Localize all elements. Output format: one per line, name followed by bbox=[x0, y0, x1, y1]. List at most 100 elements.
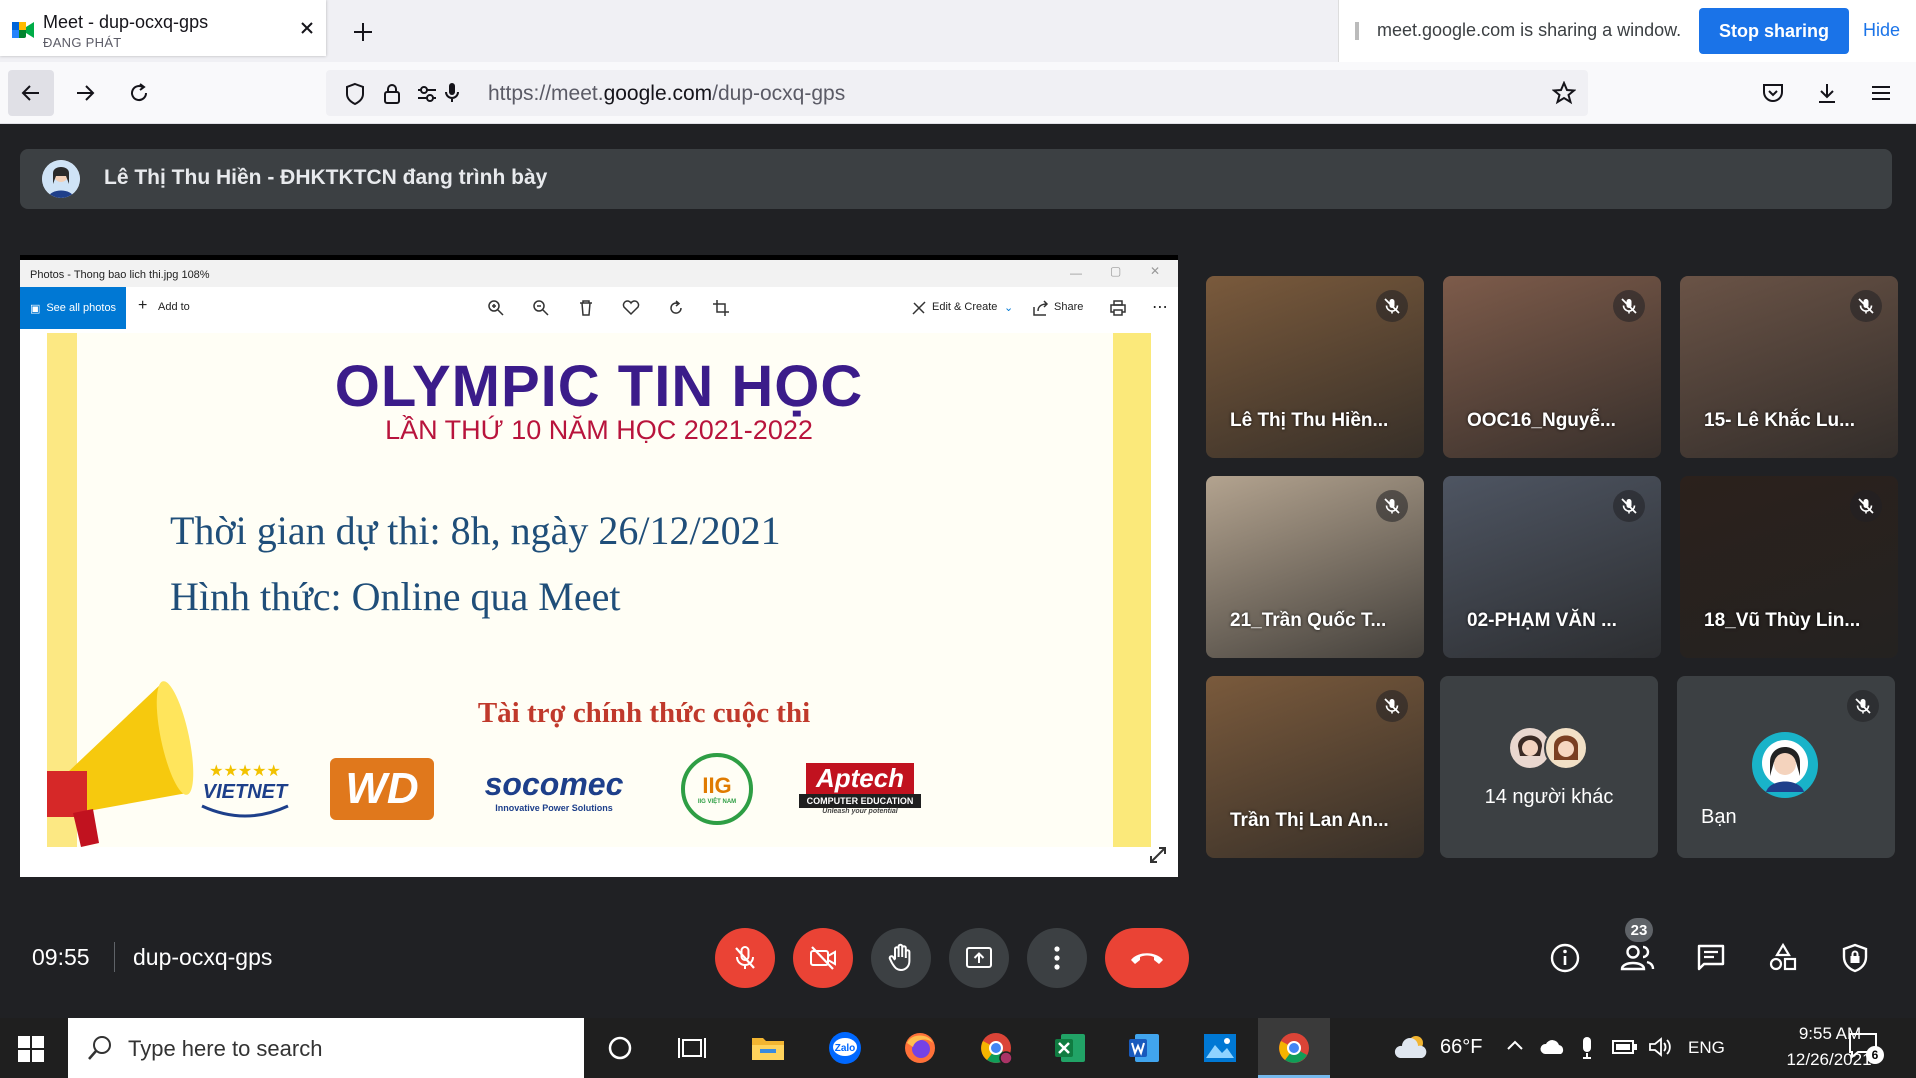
muted-mic-icon bbox=[1850, 290, 1882, 322]
browser-tab-meet[interactable]: Meet - dup-ocxq-gps ĐANG PHÁT bbox=[0, 0, 326, 56]
participant-tile[interactable]: Trần Thị Lan An... bbox=[1206, 676, 1424, 858]
participant-tile[interactable]: 15- Lê Khắc Lu... bbox=[1680, 276, 1898, 458]
host-controls-button[interactable] bbox=[1835, 938, 1875, 978]
weather-cloud-icon[interactable] bbox=[1394, 1034, 1430, 1060]
shared-screen: Photos - Thong bao lich thi.jpg 108% — ▢… bbox=[20, 255, 1178, 877]
slide-title: OLYMPIC TIN HỌC bbox=[334, 354, 864, 419]
delete-icon bbox=[577, 299, 595, 317]
close-tab-icon[interactable] bbox=[296, 17, 318, 39]
photos-titlebar: Photos - Thong bao lich thi.jpg 108% — ▢… bbox=[20, 255, 1178, 287]
presenter-avatar bbox=[42, 160, 80, 198]
participant-name: 21_Trần Quốc T... bbox=[1230, 610, 1387, 631]
taskbar-search[interactable]: Type here to search bbox=[68, 1018, 584, 1078]
leave-call-button[interactable] bbox=[1105, 928, 1189, 988]
activities-button[interactable] bbox=[1763, 938, 1803, 978]
url-text[interactable]: https://meet.google.com/dup-ocxq-gps bbox=[488, 82, 845, 106]
self-avatar bbox=[1752, 732, 1818, 798]
participant-tile[interactable]: Lê Thị Thu Hiền... bbox=[1206, 276, 1424, 458]
participant-name: 02-PHẠM VĂN ... bbox=[1467, 610, 1617, 631]
participant-name: Trần Thị Lan An... bbox=[1230, 810, 1389, 831]
participant-tile[interactable]: 18_Vũ Thùy Lin... bbox=[1680, 476, 1898, 658]
presenter-banner: Lê Thị Thu Hiền - ĐHKTKTCN đang trình bà… bbox=[20, 149, 1892, 209]
reload-button[interactable] bbox=[116, 70, 162, 116]
excel-icon[interactable] bbox=[1050, 1028, 1090, 1068]
chrome-taskbar-active[interactable] bbox=[1258, 1018, 1330, 1078]
photos-icon: ▣ bbox=[29, 302, 41, 315]
hide-sharing-bar-link[interactable]: Hide bbox=[1863, 20, 1900, 41]
muted-mic-icon bbox=[1850, 490, 1882, 522]
minimize-icon: — bbox=[1070, 266, 1082, 280]
browser-navigation-bar: https://meet.google.com/dup-ocxq-gps bbox=[0, 62, 1916, 124]
forward-button[interactable] bbox=[62, 70, 108, 116]
lock-icon[interactable] bbox=[382, 82, 402, 106]
participant-tile[interactable]: 21_Trần Quốc T... bbox=[1206, 476, 1424, 658]
drag-handle-icon[interactable] bbox=[1355, 22, 1359, 40]
new-tab-button[interactable] bbox=[347, 16, 379, 48]
task-view-icon[interactable] bbox=[672, 1028, 712, 1068]
more-options-button[interactable] bbox=[1027, 928, 1087, 988]
participant-tile[interactable]: 02-PHẠM VĂN ... bbox=[1443, 476, 1661, 658]
raise-hand-button[interactable] bbox=[871, 928, 931, 988]
others-tile[interactable]: 14 người khác bbox=[1440, 676, 1658, 858]
windows-taskbar: Type here to search Zalo 66°F ENG 9:55 A… bbox=[0, 1018, 1916, 1078]
self-tile[interactable]: Bạn bbox=[1677, 676, 1895, 858]
vietnet-logo: ★★★★★ VIETNET bbox=[195, 753, 295, 825]
vertical-dots-icon bbox=[1054, 946, 1060, 970]
photos-window-title: Photos - Thong bao lich thi.jpg 108% bbox=[30, 269, 210, 281]
pocket-button[interactable] bbox=[1750, 70, 1796, 116]
back-button[interactable] bbox=[8, 70, 54, 116]
participant-tile[interactable]: OOC16_Nguyễ... bbox=[1443, 276, 1661, 458]
firefox-icon[interactable] bbox=[900, 1028, 940, 1068]
downloads-button[interactable] bbox=[1804, 70, 1850, 116]
camera-toggle-button[interactable] bbox=[793, 928, 853, 988]
present-screen-icon bbox=[966, 947, 992, 968]
people-icon bbox=[1620, 945, 1655, 971]
google-meet-icon bbox=[12, 20, 34, 40]
chat-button[interactable] bbox=[1691, 938, 1731, 978]
microphone-tray-icon[interactable] bbox=[1580, 1036, 1594, 1060]
slide-subtitle: LẦN THỨ 10 NĂM HỌC 2021-2022 bbox=[385, 415, 813, 445]
battery-icon[interactable] bbox=[1612, 1038, 1638, 1056]
favorite-heart-icon bbox=[622, 299, 640, 317]
address-bar[interactable]: https://meet.google.com/dup-ocxq-gps bbox=[326, 70, 1588, 116]
present-now-button[interactable] bbox=[949, 928, 1009, 988]
others-count-label: 14 người khác bbox=[1484, 786, 1614, 808]
browser-tab-strip: Meet - dup-ocxq-gps ĐANG PHÁT meet.googl… bbox=[0, 0, 1916, 62]
search-icon bbox=[86, 1034, 114, 1062]
chrome-profile-icon[interactable] bbox=[976, 1028, 1016, 1068]
input-language[interactable]: ENG bbox=[1688, 1038, 1725, 1058]
bookmark-star-icon[interactable] bbox=[1552, 81, 1576, 105]
weather-temperature[interactable]: 66°F bbox=[1440, 1036, 1482, 1059]
microphone-toggle-button[interactable] bbox=[715, 928, 775, 988]
chevron-up-icon[interactable] bbox=[1506, 1038, 1524, 1052]
muted-mic-icon bbox=[1376, 690, 1408, 722]
arrow-right-icon bbox=[77, 85, 95, 101]
menu-button[interactable] bbox=[1858, 70, 1904, 116]
stop-sharing-button[interactable]: Stop sharing bbox=[1699, 8, 1849, 54]
tab-title: Meet - dup-ocxq-gps bbox=[43, 12, 209, 32]
search-placeholder: Type here to search bbox=[128, 1036, 323, 1061]
shield-icon[interactable] bbox=[344, 82, 366, 106]
permissions-icon[interactable] bbox=[416, 83, 438, 105]
see-all-photos-button: ▣ See all photos bbox=[20, 287, 126, 329]
windows-start-icon[interactable] bbox=[18, 1036, 44, 1062]
more-options-icon: ⋯ bbox=[1152, 299, 1168, 316]
info-icon bbox=[1550, 943, 1580, 973]
people-button[interactable] bbox=[1618, 938, 1658, 978]
sharing-message: meet.google.com is sharing a window. bbox=[1377, 20, 1682, 40]
download-icon bbox=[1819, 84, 1835, 103]
microphone-icon[interactable] bbox=[444, 81, 460, 105]
photos-app-icon[interactable] bbox=[1200, 1028, 1240, 1068]
photos-toolbar: ▣ See all photos + Add to Edit & Create ⌄… bbox=[20, 287, 1178, 329]
word-icon[interactable] bbox=[1124, 1028, 1164, 1068]
volume-icon[interactable] bbox=[1648, 1036, 1674, 1058]
slide-exam-format: Hình thức: Online qua Meet bbox=[170, 574, 621, 619]
participant-name: Lê Thị Thu Hiền... bbox=[1230, 410, 1389, 431]
onedrive-cloud-icon[interactable] bbox=[1540, 1038, 1566, 1056]
file-explorer-icon[interactable] bbox=[748, 1028, 788, 1068]
action-center-button[interactable]: 6 bbox=[1848, 1032, 1884, 1064]
meeting-details-button[interactable] bbox=[1545, 938, 1585, 978]
zalo-icon[interactable]: Zalo bbox=[825, 1028, 865, 1068]
expand-icon[interactable] bbox=[1148, 845, 1168, 865]
cortana-icon[interactable] bbox=[600, 1028, 640, 1068]
